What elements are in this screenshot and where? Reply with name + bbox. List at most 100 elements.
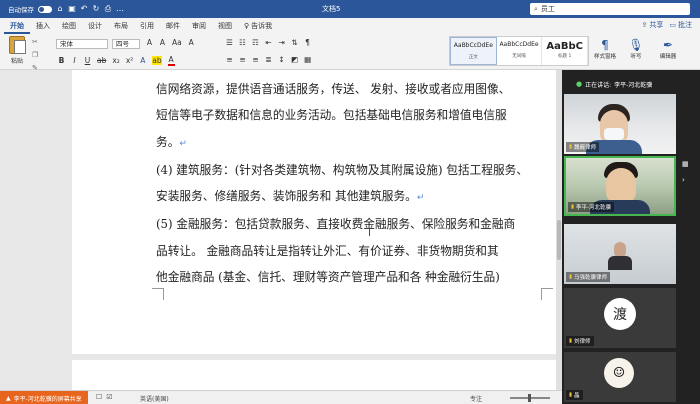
comments-label: 批注 [678, 21, 692, 29]
subscript-icon[interactable]: x₂ [112, 56, 119, 65]
strikethrough-icon[interactable]: ab [97, 56, 106, 65]
numbering-icon[interactable]: ☷ [239, 38, 246, 47]
doc-line: 他金融商品 (基金、信托、理财等资产管理产品和各 种金融衍生品) [156, 270, 500, 285]
collapse-panel-icon[interactable]: › [682, 176, 696, 184]
styles-pane-button[interactable]: ¶ 样式窗格 [594, 38, 616, 60]
styles-pane-icon: ¶ [601, 38, 609, 52]
margin-corner-mark [541, 288, 553, 300]
tab-design[interactable]: 设计 [82, 18, 108, 34]
tab-view[interactable]: 视图 [212, 18, 238, 34]
scrollbar-thumb[interactable] [557, 220, 561, 260]
style-normal[interactable]: AaBbCcDdEe 正文 [450, 37, 497, 65]
tab-references[interactable]: 引用 [134, 18, 160, 34]
accessibility-icon[interactable]: ☑ [106, 393, 112, 401]
redo-icon[interactable]: ↻ [92, 5, 100, 13]
increase-indent-icon[interactable]: ⇥ [278, 38, 285, 47]
doc-line: (4) 建筑服务：(针对各类建筑物、构筑物及其附属设施) 包括工程服务、 [156, 162, 529, 177]
tab-draw[interactable]: 绘图 [56, 18, 82, 34]
screen-share-label: 李平-河北乾骥的屏幕共享 [13, 395, 82, 403]
gallery-view-icon[interactable]: ▦ [682, 160, 696, 168]
show-marks-icon[interactable]: ¶ [304, 38, 311, 47]
doc-line: 务。↵ [156, 134, 187, 149]
decrease-indent-icon[interactable]: ⇤ [265, 38, 272, 47]
line-spacing-icon[interactable]: ↕ [278, 55, 285, 64]
more-icon[interactable]: … [116, 5, 124, 13]
text-effects-icon[interactable]: A [139, 56, 146, 65]
tab-insert[interactable]: 插入 [30, 18, 56, 34]
align-center-icon[interactable]: ≡ [239, 55, 246, 64]
paragraph-mark-icon: ↵ [416, 193, 425, 204]
video-tile[interactable]: ▮ 马强乾骥律师 [564, 224, 676, 284]
status-bar: ▲ 李平-河北乾骥的屏幕共享 ☐ ☑ 英语(美国) 专注 [0, 390, 562, 404]
zoom-slider[interactable] [510, 394, 550, 402]
borders-icon[interactable]: ▦ [304, 55, 311, 64]
sort-icon[interactable]: ⇅ [291, 38, 298, 47]
video-tile[interactable]: ☺ ▮ 晶 [564, 352, 676, 402]
speaking-prefix: 正在讲话: [585, 81, 612, 89]
focus-mode-button[interactable]: 专注 [470, 394, 482, 403]
italic-icon[interactable]: I [71, 56, 78, 65]
participant-face [606, 168, 636, 204]
comments-button[interactable]: ▭ 批注 [669, 20, 692, 30]
print-icon[interactable]: ⎙ [104, 5, 112, 13]
justify-icon[interactable]: ≣ [265, 55, 272, 64]
style-heading1[interactable]: AaBbC 标题 1 [542, 37, 589, 65]
underline-icon[interactable]: U [84, 56, 91, 65]
superscript-icon[interactable]: x² [126, 56, 133, 65]
clear-format-icon[interactable]: A [188, 38, 195, 47]
bold-icon[interactable]: B [58, 56, 65, 65]
paste-button[interactable]: 粘贴 [6, 36, 28, 65]
copy-icon[interactable]: ❐ [32, 51, 38, 59]
participant-name-tag: ▮ 马强乾骥律师 [566, 272, 611, 282]
search-input[interactable]: ⌕ 员工 [530, 3, 690, 15]
bullets-icon[interactable]: ☰ [226, 38, 233, 47]
text-cursor-icon: I [368, 228, 371, 239]
tab-mailings[interactable]: 邮件 [160, 18, 186, 34]
search-value: 员工 [540, 5, 555, 13]
shrink-font-icon[interactable]: A [159, 38, 166, 47]
style-heading1-name: 标题 1 [558, 54, 572, 59]
editor-button[interactable]: ✒ 编辑器 [656, 38, 680, 60]
highlight-icon[interactable]: ab [152, 56, 162, 65]
share-icon: ⇪ [641, 21, 648, 29]
tab-home[interactable]: 开始 [4, 18, 30, 34]
tab-layout[interactable]: 布局 [108, 18, 134, 34]
next-page[interactable] [72, 360, 562, 390]
share-button[interactable]: ⇪ 共享 [642, 20, 664, 30]
document-page[interactable]: 信网络资源，提供语音通话服务，传送、 发射、接收或者应用图像、 短信等电子数据和… [72, 70, 562, 354]
autosave-toggle[interactable] [38, 5, 52, 13]
style-no-spacing[interactable]: AaBbCcDdEe 无间隔 [497, 37, 543, 65]
shading-icon[interactable]: ◩ [291, 55, 298, 64]
proofing-icon[interactable]: ☐ [96, 393, 102, 401]
change-case-icon[interactable]: Aa [172, 38, 182, 47]
home-icon[interactable]: ⌂ [56, 5, 64, 13]
screen-share-badge[interactable]: ▲ 李平-河北乾骥的屏幕共享 [0, 391, 88, 404]
mic-icon: ▮ [571, 204, 575, 210]
grow-font-icon[interactable]: A [146, 38, 153, 47]
video-tile-active-speaker[interactable]: ▮ 李平-河北乾骥 [564, 156, 676, 216]
clipboard-icon [9, 36, 26, 54]
doc-line: (5) 金融服务：包括贷款服务、直接收费金融服务、保险服务和金融商 [156, 217, 516, 232]
face-mask [604, 128, 624, 140]
dictate-button[interactable]: 🎙 听写 [624, 38, 648, 60]
font-size-select[interactable]: 四号 [112, 39, 140, 49]
video-tile[interactable]: 渡 ▮ 刘律师 [564, 288, 676, 348]
undo-icon[interactable]: ↶ [80, 5, 88, 13]
document-text[interactable]: 信网络资源，提供语音通话服务，传送、 发射、接收或者应用图像、 短信等电子数据和… [156, 76, 550, 290]
tab-review[interactable]: 审阅 [186, 18, 212, 34]
font-color-icon[interactable]: A [167, 55, 175, 66]
screen-share-icon: ▲ [6, 394, 11, 402]
align-left-icon[interactable]: ≡ [226, 55, 233, 64]
video-tile[interactable]: ▮ 魏巍律师 [564, 94, 676, 154]
tell-me-button[interactable]: ♀ 告诉我 [238, 18, 278, 34]
title-bar: 自动保存 ⌂ ▣ ↶ ↻ ⎙ … 文档5 ⌕ 员工 [0, 0, 700, 18]
font-name-select[interactable]: 宋体 [56, 39, 108, 49]
save-icon[interactable]: ▣ [68, 5, 76, 13]
language-indicator[interactable]: 英语(美国) [140, 394, 169, 403]
align-right-icon[interactable]: ≡ [252, 55, 259, 64]
participant-avatar: 渡 [604, 298, 636, 330]
font-size-buttons: A A Aa A [146, 38, 195, 47]
multilevel-list-icon[interactable]: ☶ [252, 38, 259, 47]
cut-icon[interactable]: ✂ [32, 38, 38, 46]
editor-icon: ✒ [662, 38, 674, 52]
